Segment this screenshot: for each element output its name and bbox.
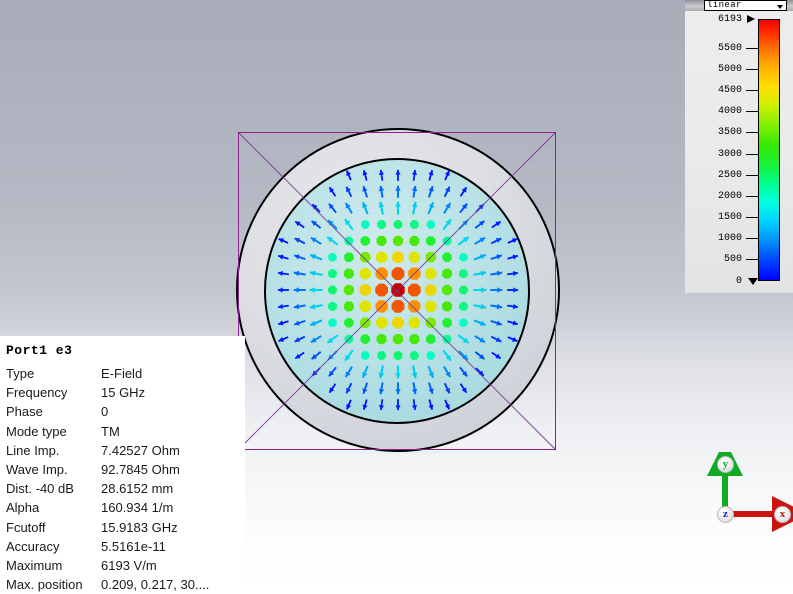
legend-tick-label: 5500: [717, 42, 742, 54]
legend-tick-label: 2500: [717, 169, 742, 181]
info-row-value: 160.934 1/m: [101, 500, 174, 516]
info-row: Frequency 15 GHz: [6, 383, 245, 402]
color-ramp: [758, 19, 780, 281]
info-row-value: 0.209, 0.217, 30....: [101, 577, 210, 593]
info-row-value: 6193 V/m: [101, 557, 157, 573]
info-row-key: Alpha: [6, 500, 40, 516]
info-row: Alpha 160.934 1/m: [6, 498, 245, 517]
info-row: Phase 0: [6, 402, 245, 421]
legend-min-marker[interactable]: [748, 277, 758, 285]
info-row-value: 15 GHz: [101, 385, 146, 401]
info-row: Maximum 6193 V/m: [6, 556, 245, 575]
info-row: Wave Imp. 92.7845 Ohm: [6, 460, 245, 479]
legend-tick-dash: [746, 90, 758, 92]
legend-tick: 0: [700, 276, 758, 287]
legend-tick-dash: [746, 238, 758, 240]
legend-tick-label: 5000: [717, 63, 742, 75]
info-row-key: Accuracy: [6, 538, 60, 554]
legend-tick: 3500: [700, 127, 758, 138]
legend-tick-dash: [746, 174, 758, 176]
legend-tick-label: 3500: [717, 127, 742, 139]
info-row-value: 5.5161e-11: [101, 538, 166, 554]
legend-tick-dash: [746, 111, 758, 113]
legend-tick-label: 4500: [717, 85, 742, 97]
axis-label-x: x: [774, 506, 791, 523]
legend-tick-dash: [746, 153, 758, 155]
legend-tick-label: 2000: [717, 190, 742, 202]
info-row-key: Maximum: [6, 557, 63, 573]
legend-tick-dash: [746, 217, 758, 219]
legend-tick: 1000: [700, 233, 758, 244]
chevron-down-icon[interactable]: [777, 5, 783, 9]
field-info-panel: Port1 e3 Type E-Field Frequency 15 GHz Phase…: [0, 336, 245, 594]
legend-tick: 6193: [700, 14, 758, 25]
info-row-key: Mode type: [6, 423, 67, 439]
legend-tick-dash: [746, 68, 758, 70]
info-row-value: 0: [101, 404, 109, 420]
legend-tick-dash: [746, 47, 758, 49]
info-row-value: 28.6152 mm: [101, 481, 174, 497]
legend-tick: 3000: [700, 149, 758, 160]
legend-tick: 4000: [700, 106, 758, 117]
axis-orientation-triad[interactable]: z y x: [700, 452, 793, 532]
legend-max-marker[interactable]: [747, 14, 755, 23]
info-row-key: Line Imp.: [6, 442, 60, 458]
field-plot[interactable]: [236, 128, 560, 452]
axis-label-z: z: [717, 506, 734, 523]
legend-tick-label: 500: [723, 254, 742, 266]
info-row: Dist. -40 dB 28.6152 mm: [6, 479, 245, 498]
info-row-key: Wave Imp.: [6, 461, 68, 477]
info-row: Type E-Field: [6, 364, 245, 383]
legend-tick: 2500: [700, 170, 758, 181]
info-row: Line Imp. 7.42527 Ohm: [6, 441, 245, 460]
legend-tick-dash: [746, 259, 758, 261]
legend-tick-label: 4000: [717, 106, 742, 118]
info-row-key: Max. position: [6, 577, 83, 593]
scale-mode-value: linear: [707, 0, 742, 10]
info-row-value: 15.9183 GHz: [101, 519, 178, 535]
legend-tick: 5000: [700, 64, 758, 75]
scale-mode-dropdown[interactable]: linear: [704, 0, 787, 11]
3d-viewport[interactable]: z y x linear 6193 5500 5000 4500 4000 3500 300…: [0, 0, 793, 594]
legend-tick-label: 1000: [717, 233, 742, 245]
legend-tick-label: 1500: [717, 212, 742, 224]
legend-tick: 1500: [700, 212, 758, 223]
info-row-key: Fcutoff: [6, 519, 46, 535]
info-row-value: TM: [101, 423, 120, 439]
legend-tick: 5500: [700, 43, 758, 54]
bounding-box: [238, 132, 556, 450]
info-row-key: Frequency: [6, 385, 68, 401]
info-panel-title: Port1 e3: [6, 343, 73, 358]
info-row: Max. position 0.209, 0.217, 30....: [6, 575, 245, 594]
info-row-value: E-Field: [101, 366, 143, 381]
info-row-key: Type: [6, 366, 35, 381]
legend-tick-label: 6193: [717, 13, 742, 25]
legend-tick-dash: [746, 132, 758, 134]
info-row-key: Phase: [6, 404, 43, 420]
legend-tick-label: 0: [735, 275, 742, 287]
legend-tick: 4500: [700, 85, 758, 96]
info-panel-rows: Type E-Field Frequency 15 GHz Phase 0 Mode typ…: [6, 364, 245, 594]
info-row-value: 7.42527 Ohm: [101, 442, 180, 458]
info-row: Accuracy 5.5161e-11: [6, 537, 245, 556]
legend-tick: 500: [700, 254, 758, 265]
info-row-key: Dist. -40 dB: [6, 481, 74, 497]
info-row: Mode type TM: [6, 422, 245, 441]
legend-tick: 2000: [700, 191, 758, 202]
info-row: Fcutoff 15.9183 GHz: [6, 518, 245, 537]
info-row-value: 92.7845 Ohm: [101, 461, 180, 477]
axis-label-y: y: [717, 456, 734, 473]
legend-tick-label: 3000: [717, 148, 742, 160]
legend-tick-dash: [746, 195, 758, 197]
